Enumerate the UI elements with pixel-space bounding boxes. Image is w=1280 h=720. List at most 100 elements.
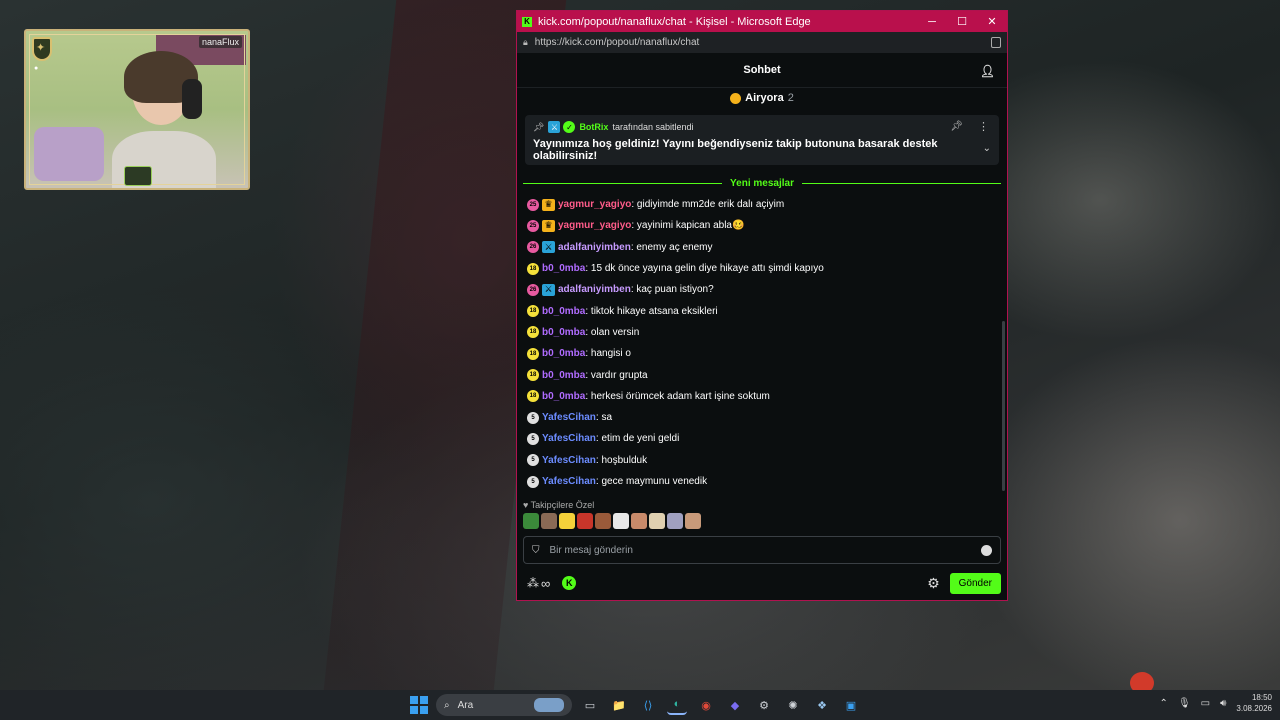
chat-scrollbar[interactable] (1002, 321, 1005, 491)
settings-icon[interactable]: ⚙ (754, 695, 774, 715)
emote-icon[interactable] (541, 513, 557, 529)
chat-title: Sohbet (743, 64, 781, 76)
unpin-icon[interactable]: 📌︎ (950, 121, 963, 132)
level-badge-icon: 5 (527, 454, 539, 467)
maximize-button[interactable]: ☐ (947, 15, 977, 28)
chat-username[interactable]: b0_0mba (542, 348, 585, 359)
task-view-icon[interactable]: ▭ (580, 695, 600, 715)
chat-message-text: : herkesi örümcek adam kart işine soktum (585, 390, 770, 402)
webcam-overlay: ✦ ● nanaFlux (24, 29, 250, 190)
chat-message: 18 b0_0mba: 15 dk önce yayına gelin diye … (527, 258, 997, 279)
url-text[interactable]: https://kick.com/popout/nanaflux/chat (535, 37, 991, 48)
chat-username[interactable]: b0_0mba (542, 370, 585, 381)
level-badge-icon: 18 (527, 347, 539, 360)
minimize-button[interactable]: ─ (917, 16, 947, 28)
chat-message: 26 ⚔ adalfaniyimben: enemy aç enemy (527, 237, 997, 258)
microphone-icon[interactable]: 🎙︎ (1178, 698, 1191, 709)
chat-username[interactable]: yagmur_yagiyo (558, 199, 631, 210)
address-bar[interactable]: 🔒︎ https://kick.com/popout/nanaflux/chat (517, 32, 1007, 53)
window-title: kick.com/popout/nanaflux/chat - Kişisel … (538, 15, 811, 28)
file-explorer-icon[interactable]: 📁 (609, 695, 629, 715)
level-badge-icon: 25 (527, 219, 539, 232)
chevron-down-icon[interactable]: ⌄ (983, 143, 991, 154)
level-badge-icon: 5 (527, 411, 539, 424)
emote-icon[interactable] (595, 513, 611, 529)
close-button[interactable]: ✕ (977, 15, 1007, 28)
settings-gear-icon[interactable]: ⚙ (927, 575, 940, 592)
chat-message: 25 ♛ yagmur_yagiyo: yayinimi kapican abla🥴 (527, 215, 997, 236)
rec-indicator-icon: ● (34, 65, 39, 72)
app-gear-icon[interactable]: ✺ (783, 695, 803, 715)
emoji-picker-icon[interactable] (981, 544, 992, 556)
level-badge-icon: 5 (527, 475, 539, 488)
level-badge-icon: 26 (527, 241, 539, 254)
chrome-icon[interactable]: ◉ (696, 695, 716, 715)
chat-message: 18 b0_0mba: vardır grupta (527, 364, 997, 385)
chat-message: 18 b0_0mba: hangisi o (527, 343, 997, 364)
level-badge-icon: 18 (527, 369, 539, 382)
level-badge-icon: 18 (527, 262, 539, 275)
vscode-icon[interactable]: ⟨⟩ (638, 695, 658, 715)
edge-icon[interactable]: ◐ (667, 695, 687, 715)
chat-message-text: : sa (595, 412, 613, 424)
pinned-by-suffix: tarafından sabitlendi (612, 122, 694, 132)
emote-icon[interactable] (559, 513, 575, 529)
pinned-message-text: Yayınımıza hoş geldiniz! Yayını beğendiy… (533, 138, 938, 162)
send-button[interactable]: Gönder (949, 572, 1001, 594)
kick-logo-icon[interactable]: K (562, 576, 577, 590)
level-badge-icon: 5 (527, 432, 539, 445)
chat-messages: 25 ♛ yagmur_yagiyo: gidiyimde mm2de erik d… (527, 194, 997, 492)
chat-message-text: : olan versin (585, 326, 640, 338)
emote-icon[interactable] (523, 513, 539, 529)
display-icon[interactable]: ▭ (1201, 698, 1210, 709)
users-icon[interactable]: 👤︎ (980, 64, 995, 78)
chat-username[interactable]: adalfaniyimben (558, 284, 631, 295)
app-bubble-icon[interactable]: ❖ (812, 695, 832, 715)
chat-message: 5 YafesCihan: hoşbulduk (527, 450, 997, 471)
windows-start-icon[interactable] (410, 696, 428, 714)
emote-icon[interactable] (631, 513, 647, 529)
taskbar-search[interactable]: ⌕ Ara (436, 694, 572, 716)
chat-username[interactable]: YafesCihan (542, 455, 596, 466)
chat-message-text: : etim de yeni geldi (595, 433, 680, 445)
more-options-icon[interactable]: ⋮ (978, 120, 989, 133)
app-photos-icon[interactable]: ▣ (841, 695, 861, 715)
pinned-by-user[interactable]: BotRix (579, 122, 608, 132)
message-input-placeholder[interactable]: Bir mesaj gönderin (550, 545, 982, 556)
chat-username[interactable]: YafesCihan (542, 476, 596, 487)
chat-username[interactable]: YafesCihan (542, 412, 596, 423)
message-input[interactable]: ⛉ Bir mesaj gönderin (523, 536, 1001, 564)
chat-message-text: : kaç puan istiyon? (630, 284, 714, 296)
goal-bar[interactable]: Airyora 2 (517, 88, 1007, 108)
app-diamond-icon[interactable]: ◆ (725, 695, 745, 715)
moderator-badge-icon: ⚔ (548, 121, 561, 133)
pin-icon: 📌︎ (533, 121, 545, 132)
chat-message-text: : vardır grupta (585, 369, 648, 381)
chat-username[interactable]: b0_0mba (542, 327, 585, 338)
pinned-message[interactable]: 📌︎ ⚔ ✓ BotRix tarafından sabitlendi Yayı… (525, 115, 999, 165)
chat-username[interactable]: yagmur_yagiyo (558, 220, 631, 231)
chat-username[interactable]: b0_0mba (542, 306, 585, 317)
reader-mode-icon[interactable] (991, 37, 1001, 48)
emote-icon[interactable] (685, 513, 701, 529)
chat-username[interactable]: adalfaniyimben (558, 242, 631, 253)
emote-icon[interactable] (613, 513, 629, 529)
level-badge-icon: 25 (527, 198, 539, 211)
chat-message-text: : hangisi o (585, 348, 631, 360)
volume-icon[interactable]: 🔊︎ (1220, 698, 1226, 709)
channel-points-icon[interactable]: ⁂ (527, 576, 539, 590)
goal-label: Airyora (745, 92, 784, 104)
chat-message: 18 b0_0mba: herkesi örümcek adam kart işi… (527, 386, 997, 407)
infinity-icon[interactable]: ∞ (541, 576, 550, 591)
chat-username[interactable]: b0_0mba (542, 391, 585, 402)
chat-username[interactable]: b0_0mba (542, 263, 585, 274)
emote-icon[interactable] (577, 513, 593, 529)
coin-icon (730, 92, 742, 104)
emote-icon[interactable] (667, 513, 683, 529)
chat-username[interactable]: YafesCihan (542, 433, 596, 444)
chat-message-text: : tiktok hikaye atsana eksikleri (585, 305, 718, 317)
emote-icon[interactable] (649, 513, 665, 529)
clock[interactable]: 18:50 3.08.2026 (1236, 692, 1272, 714)
chevron-up-icon[interactable]: ⌃ (1160, 698, 1168, 709)
new-messages-divider: Yeni mesajlar (523, 177, 1001, 189)
